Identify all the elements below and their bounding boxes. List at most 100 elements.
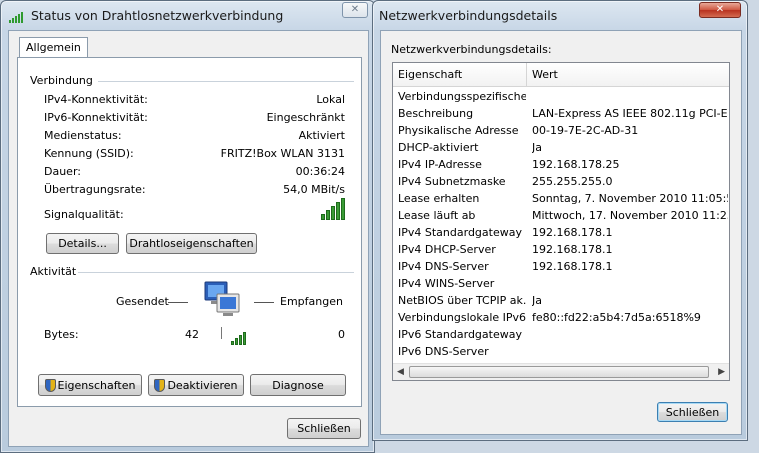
ipv6-connectivity-value: Eingeschränkt [266,111,345,124]
scroll-left-arrow-icon[interactable]: ◀ [397,367,404,377]
bytes-divider [221,327,222,339]
horizontal-scrollbar[interactable]: ◀ ▶ [393,363,729,380]
details-window-titlebar[interactable]: Netzwerkverbindungsdetails ✕ [373,1,747,31]
row-property: DHCP-aktiviert [398,141,479,154]
row-value: Ja [532,141,542,154]
row-value: Mittwoch, 17. November 2010 11:23:56 [532,209,728,222]
table-row[interactable]: IPv4 Standardgateway 192.168.178.1 [393,225,729,242]
table-row[interactable]: IPv4 WINS-Server [393,276,729,293]
received-line [254,302,274,303]
row-property: IPv4 Subnetzmaske [398,175,506,188]
scroll-thumb[interactable] [409,366,709,378]
table-row[interactable]: Lease erhalten Sonntag, 7. November 2010 … [393,191,729,208]
table-row[interactable]: NetBIOS über TCPIP ak... Ja [393,293,729,310]
properties-button-label: Eigenschaften [57,378,136,392]
bytes-sent-value: 42 [185,328,199,341]
tab-general[interactable]: Allgemein [19,37,88,58]
row-property: IPv4 Standardgateway [398,226,522,239]
scroll-right-arrow-icon[interactable]: ▶ [718,367,725,377]
signal-quality-icon [321,198,345,220]
transfer-rate-label: Übertragungsrate: [44,183,146,196]
details-button[interactable]: Details... [46,233,119,254]
table-row[interactable]: Verbindungsspezifisches... [393,89,729,106]
row-value: fe80::fd22:a5b4:7d5a:6518%9 [532,311,701,324]
row-value: Sonntag, 7. November 2010 11:05:55 [532,192,728,205]
ipv6-connectivity-label: IPv6-Konnektivität: [44,111,148,124]
received-label: Empfangen [280,295,343,308]
details-close-button[interactable]: Schließen [657,402,728,422]
table-row[interactable]: IPv4 DHCP-Server 192.168.178.1 [393,242,729,259]
status-window-close-button[interactable]: ✕ [342,2,368,18]
wireless-signal-icon [9,9,25,23]
properties-button[interactable]: Eigenschaften [38,374,142,396]
media-status-value: Aktiviert [298,129,345,142]
row-property: IPv4 WINS-Server [398,277,495,290]
shield-icon [154,378,166,392]
row-value: 255.255.255.0 [532,175,613,188]
general-tab-panel: Verbindung IPv4-Konnektivität: Lokal IPv… [17,57,362,407]
row-value: 192.168.178.1 [532,226,613,239]
row-property: IPv4 DHCP-Server [398,243,496,256]
table-row[interactable]: IPv4 IP-Adresse 192.168.178.25 [393,157,729,174]
row-property: Verbindungsspezifisches... [398,90,526,103]
row-value: Ja [532,294,542,307]
table-row[interactable]: IPv4 Subnetzmaske 255.255.255.0 [393,174,729,191]
table-row[interactable]: Lease läuft ab Mittwoch, 17. November 201… [393,208,729,225]
signal-quality-label: Signalqualität: [44,208,124,221]
details-window-client: Netzwerkverbindungsdetails: Eigenschaft … [380,30,742,435]
deactivate-button-label: Deaktivieren [167,378,238,392]
diagnose-button[interactable]: Diagnose [250,374,346,396]
ssid-value: FRITZ!Box WLAN 3131 [220,147,345,160]
activity-signal-icon [231,332,246,345]
row-property: IPv6 Standardgateway [398,328,522,341]
column-header-property[interactable]: Eigenschaft [398,68,462,81]
network-computer-icon [204,281,240,316]
row-property: Verbindungslokale IPv6-... [398,311,526,324]
row-value: 192.168.178.1 [532,243,613,256]
column-separator[interactable] [526,63,527,87]
connection-group-heading: Verbindung [30,74,93,87]
activity-group-heading: Aktivität [30,265,77,278]
row-property: IPv4 DNS-Server [398,260,489,273]
transfer-rate-value: 54,0 MBit/s [283,183,345,196]
wireless-properties-button[interactable]: Drahtloseigenschaften [126,233,257,254]
status-close-button[interactable]: Schließen [287,418,361,439]
details-window-close-button[interactable]: ✕ [699,2,741,18]
ipv4-connectivity-label: IPv4-Konnektivität: [44,93,148,106]
row-property: Beschreibung [398,107,474,120]
details-listview[interactable]: Eigenschaft Wert Verbindungsspezifisches… [392,62,730,381]
sent-label: Gesendet [116,295,169,308]
row-property: IPv4 IP-Adresse [398,158,482,171]
sent-line [168,302,188,303]
ipv4-connectivity-value: Lokal [316,93,345,106]
bytes-label: Bytes: [44,328,79,341]
ssid-label: Kennung (SSID): [44,147,134,160]
column-header-value[interactable]: Wert [532,68,558,81]
deactivate-button[interactable]: Deaktivieren [148,374,244,396]
table-row[interactable]: Verbindungslokale IPv6-... fe80::fd22:a5b… [393,310,729,327]
table-row[interactable]: DHCP-aktiviert Ja [393,140,729,157]
table-row[interactable]: IPv6 Standardgateway [393,327,729,344]
shield-icon [44,378,56,392]
row-property: NetBIOS über TCPIP ak... [398,294,526,307]
table-row[interactable]: Beschreibung LAN-Express AS IEEE 802.11g … [393,106,729,123]
row-value: LAN-Express AS IEEE 802.11g PCI-E Ada [532,107,728,120]
row-value: 00-19-7E-2C-AD-31 [532,124,639,137]
row-property: Lease erhalten [398,192,480,205]
table-row[interactable]: IPv6 DNS-Server [393,344,729,361]
activity-group-divider [78,272,354,273]
bytes-received-value: 0 [338,328,345,341]
table-row[interactable]: Physikalische Adresse 00-19-7E-2C-AD-31 [393,123,729,140]
row-property: Physikalische Adresse [398,124,519,137]
listview-header: Eigenschaft Wert [393,63,729,87]
media-status-label: Medienstatus: [44,129,122,142]
status-window-title: Status von Drahtlosnetzwerkverbindung [31,8,284,23]
details-heading: Netzwerkverbindungsdetails: [391,43,552,56]
row-value: 192.168.178.25 [532,158,620,171]
status-window: Status von Drahtlosnetzwerkverbindung ✕ … [0,0,375,453]
table-row[interactable]: IPv4 DNS-Server 192.168.178.1 [393,259,729,276]
status-window-client: Allgemein Verbindung IPv4-Konnektivität:… [8,30,369,447]
row-value: 192.168.178.1 [532,260,613,273]
status-window-titlebar[interactable]: Status von Drahtlosnetzwerkverbindung ✕ [1,1,374,31]
duration-label: Dauer: [44,165,81,178]
